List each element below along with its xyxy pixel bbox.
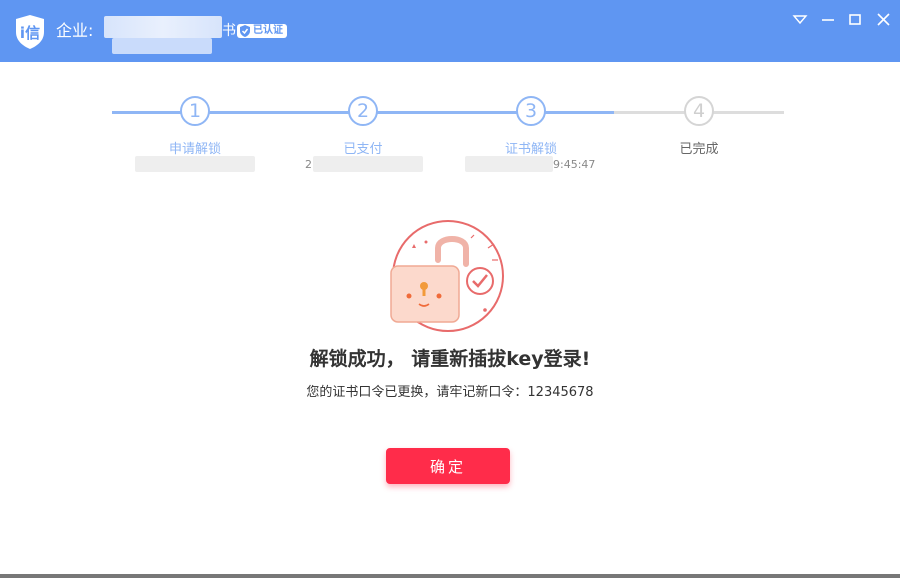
minimize-button[interactable] <box>817 10 839 30</box>
close-button[interactable] <box>872 10 894 30</box>
step-3-circle: 3 <box>516 96 546 126</box>
verified-badge-label: 已认证 <box>253 25 283 36</box>
step-2-circle: 2 <box>348 96 378 126</box>
company-label: 企业: <box>56 21 94 40</box>
company-name-suffix: 书 <box>222 23 236 39</box>
step-1-time-redacted <box>135 156 255 172</box>
step-4-label: 已完成 <box>679 142 719 157</box>
window-bottom-edge <box>0 574 900 578</box>
company-name-redacted <box>104 16 222 38</box>
step-2-label: 已支付 <box>343 142 383 157</box>
dropdown-button[interactable] <box>789 10 811 30</box>
dropdown-triangle-icon <box>792 15 808 25</box>
step-3-time-suffix: 9:45:47 <box>553 158 596 171</box>
title-bar: i信 企业: 书 已认证 <box>0 0 900 62</box>
success-title: 解锁成功， 请重新插拔key登录! <box>309 348 591 370</box>
new-password-notice: 您的证书口令已更换，请牢记新口令：12345678 <box>306 385 594 400</box>
maximize-button[interactable] <box>844 10 866 30</box>
unlock-progress-steps: 1 2 3 4 申请解锁 已支付 证书解锁 已完成 2 9:45:47 <box>0 92 900 182</box>
confirm-button[interactable]: 确定 <box>386 448 510 484</box>
step-2-time-prefix: 2 <box>305 158 312 171</box>
step-3-label: 证书解锁 <box>504 142 557 157</box>
maximize-icon <box>849 14 861 25</box>
step-1-label: 申请解锁 <box>168 142 221 157</box>
svg-text:i信: i信 <box>20 24 40 42</box>
close-icon <box>877 13 890 26</box>
i-xin-logo-icon: i信 <box>14 14 46 50</box>
step-3-time-redacted <box>465 156 553 172</box>
step-4-circle: 4 <box>684 96 714 126</box>
step-1-circle: 1 <box>180 96 210 126</box>
unlock-success-illustration <box>388 220 510 336</box>
verified-badge: 已认证 <box>237 24 287 38</box>
company-name-redacted-shadow <box>112 38 212 54</box>
step-2-time-redacted <box>313 156 423 172</box>
verified-check-icon <box>240 25 250 37</box>
minimize-icon <box>822 19 834 21</box>
